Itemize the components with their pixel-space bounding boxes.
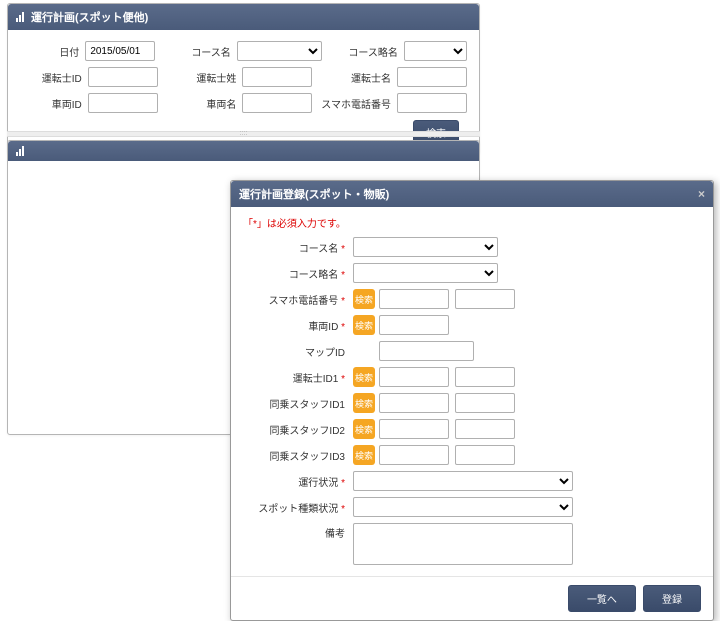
vehicle-name-input[interactable] — [242, 93, 312, 113]
d-vehicle-ref-button[interactable]: 検索 — [353, 315, 375, 335]
d-phone-label: スマホ電話番号 * — [243, 292, 353, 307]
d-staff3-ref-button[interactable]: 検索 — [353, 445, 375, 465]
d-phone-ref-button[interactable]: 検索 — [353, 289, 375, 309]
register-dialog: 運行計画登録(スポット・物販) × 「*」は必須入力です。 コース名 * コース… — [230, 180, 714, 621]
d-staff3-label: 同乗スタッフID3 — [243, 448, 353, 463]
dialog-header: 運行計画登録(スポット・物販) × — [231, 181, 713, 207]
d-course-alias-label: コース略名 * — [243, 266, 353, 281]
vehicle-id-input[interactable] — [88, 93, 158, 113]
d-driver-id1-label: 運転士ID1 * — [243, 370, 353, 385]
driver-id-input[interactable] — [88, 67, 158, 87]
course-alias-select[interactable] — [404, 41, 467, 61]
d-staff1-label: 同乗スタッフID1 — [243, 396, 353, 411]
d-spot-type-label: スポット種類状況 * — [243, 500, 353, 515]
driver-given-input[interactable] — [397, 67, 467, 87]
dialog-title: 運行計画登録(スポット・物販) — [239, 186, 389, 202]
bar-chart-icon — [16, 146, 26, 156]
d-driver-id1-input-2[interactable] — [455, 367, 515, 387]
d-driver-id1-input[interactable] — [379, 367, 449, 387]
d-spot-type-select[interactable] — [353, 497, 573, 517]
list-panel-header — [8, 141, 479, 161]
d-course-alias-select[interactable] — [353, 263, 498, 283]
phone-input[interactable] — [397, 93, 467, 113]
course-alias-label: コース略名 — [322, 44, 404, 59]
d-course-name-label: コース名 * — [243, 240, 353, 255]
list-panel-body — [8, 161, 479, 177]
search-panel-title: 運行計画(スポット便他) — [31, 9, 148, 25]
d-vehicle-id-label: 車両ID * — [243, 318, 353, 333]
d-note-label: 備考 — [243, 523, 353, 540]
d-staff1-input[interactable] — [379, 393, 449, 413]
close-icon[interactable]: × — [698, 187, 705, 201]
d-note-textarea[interactable] — [353, 523, 573, 565]
course-name-label: コース名 — [155, 44, 237, 59]
d-staff2-input-2[interactable] — [455, 419, 515, 439]
search-panel-header: 運行計画(スポット便他) — [8, 4, 479, 30]
d-staff3-input[interactable] — [379, 445, 449, 465]
resize-grip[interactable]: :::: — [7, 131, 480, 137]
d-staff1-ref-button[interactable]: 検索 — [353, 393, 375, 413]
dialog-footer: 一覧へ 登録 — [231, 576, 713, 620]
d-staff2-input[interactable] — [379, 419, 449, 439]
driver-given-label: 運転士名 — [312, 70, 397, 85]
driver-id-label: 運転士ID — [20, 70, 88, 85]
phone-label: スマホ電話番号 — [312, 96, 397, 111]
d-run-status-label: 運行状況 * — [243, 474, 353, 489]
vehicle-id-label: 車両ID — [20, 96, 88, 111]
d-course-name-select[interactable] — [353, 237, 498, 257]
d-phone-input-2[interactable] — [455, 289, 515, 309]
date-label: 日付 — [20, 44, 85, 59]
d-staff1-input-2[interactable] — [455, 393, 515, 413]
d-staff2-label: 同乗スタッフID2 — [243, 422, 353, 437]
required-note: 「*」は必須入力です。 — [231, 207, 713, 234]
d-vehicle-id-input[interactable] — [379, 315, 449, 335]
vehicle-name-label: 車両名 — [158, 96, 243, 111]
d-driver1-ref-button[interactable]: 検索 — [353, 367, 375, 387]
d-run-status-select[interactable] — [353, 471, 573, 491]
driver-surname-input[interactable] — [242, 67, 312, 87]
course-name-select[interactable] — [237, 41, 323, 61]
d-staff3-input-2[interactable] — [455, 445, 515, 465]
list-button[interactable]: 一覧へ — [568, 585, 636, 612]
d-staff2-ref-button[interactable]: 検索 — [353, 419, 375, 439]
d-phone-input-1[interactable] — [379, 289, 449, 309]
bar-chart-icon — [16, 12, 26, 22]
driver-surname-label: 運転士姓 — [158, 70, 243, 85]
d-map-id-input[interactable] — [379, 341, 474, 361]
register-button[interactable]: 登録 — [643, 585, 701, 612]
date-input[interactable] — [85, 41, 155, 61]
d-map-id-label: マップID — [243, 344, 353, 359]
